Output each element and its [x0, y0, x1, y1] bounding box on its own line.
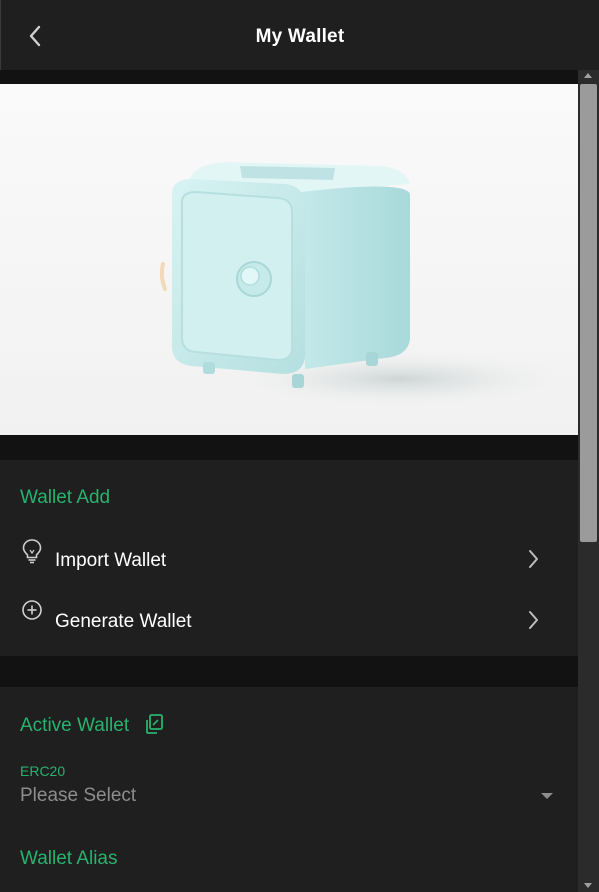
- generate-wallet-label: Generate Wallet: [55, 611, 192, 632]
- top-app-bar: My Wallet: [0, 0, 599, 70]
- network-select[interactable]: ERC20 Please Select: [20, 763, 560, 813]
- lightbulb-icon: [22, 539, 42, 564]
- chevron-right-icon: [529, 550, 538, 568]
- select-placeholder: Please Select: [20, 785, 137, 806]
- import-wallet-label: Import Wallet: [55, 550, 167, 571]
- copy-icon[interactable]: [143, 713, 165, 735]
- generate-wallet-row[interactable]: Generate Wallet: [0, 599, 578, 645]
- main-content: Wallet Add Import Wallet Generate Wallet: [0, 70, 578, 892]
- wallet-add-section: Wallet Add Import Wallet Generate Wallet: [0, 460, 578, 656]
- dropdown-arrow-icon: [541, 793, 553, 799]
- plus-circle-icon: [22, 600, 42, 620]
- safe-illustration: [159, 162, 570, 407]
- active-wallet-section: Active Wallet ERC20 Please Select Wallet…: [0, 687, 578, 892]
- active-wallet-title: Active Wallet: [20, 715, 130, 736]
- network-label: ERC20: [20, 763, 66, 779]
- page-title: My Wallet: [255, 26, 345, 47]
- import-wallet-row[interactable]: Import Wallet: [0, 538, 578, 584]
- vertical-scrollbar[interactable]: [578, 70, 599, 892]
- wallet-add-title: Wallet Add: [20, 487, 111, 508]
- wallet-alias-title: Wallet Alias: [20, 848, 118, 869]
- scroll-up-arrow-icon[interactable]: [584, 73, 592, 78]
- hero-banner: [0, 84, 578, 435]
- scroll-thumb[interactable]: [580, 84, 597, 542]
- scroll-down-arrow-icon[interactable]: [584, 883, 592, 888]
- chevron-right-icon: [529, 611, 538, 629]
